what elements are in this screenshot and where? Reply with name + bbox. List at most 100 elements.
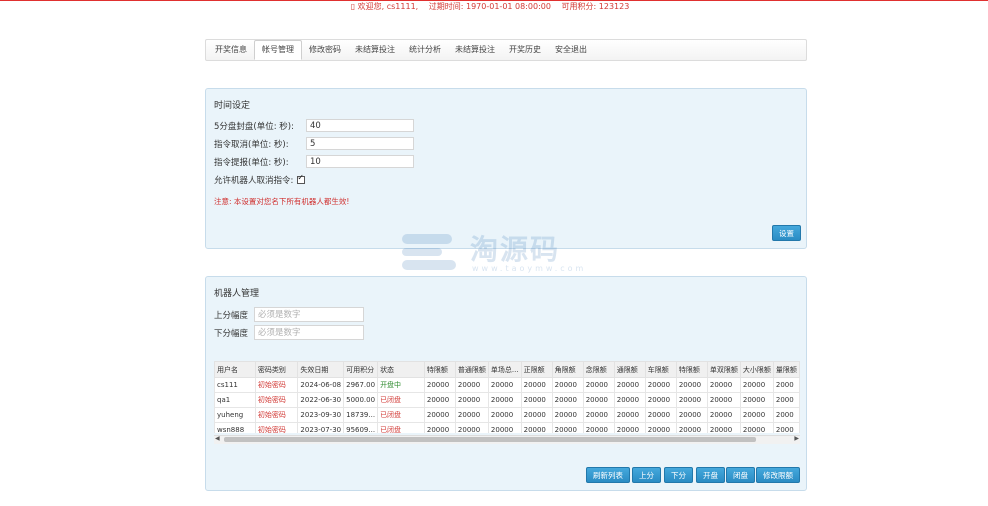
submit-time-input[interactable] — [306, 155, 414, 168]
table-cell: 20000 — [582, 392, 615, 408]
table-cell: 20000 — [675, 407, 708, 423]
set-button[interactable]: 设置 — [772, 225, 801, 241]
open-market-button[interactable]: 开盘 — [696, 467, 725, 483]
close-time-input[interactable] — [306, 119, 414, 132]
table-cell: 20000 — [487, 407, 522, 423]
table-cell: 20000 — [520, 392, 553, 408]
table-cell: 2024-06-08 — [297, 377, 345, 393]
table-horizontal-scrollbar[interactable]: ◀ ▶ — [214, 435, 800, 444]
watermark-subtext: www.taoymw.com — [472, 264, 587, 273]
table-cell: 5000.00 — [343, 392, 379, 408]
table-cell: 20000 — [423, 377, 456, 393]
top-accent-line — [0, 0, 988, 1]
robot-management-title: 机器人管理 — [214, 289, 260, 299]
table-cell: 2967.00 — [343, 377, 379, 393]
down-amount-input[interactable] — [254, 325, 364, 340]
table-cell: 2000 — [772, 422, 800, 433]
table-cell: 20000 — [423, 422, 456, 433]
allow-cancel-row: 允许机器人取消指令: — [214, 173, 306, 186]
table-cell: 20000 — [739, 392, 774, 408]
allow-cancel-checkbox[interactable] — [297, 173, 306, 184]
tab-unsettled-bets[interactable]: 未结算投注 — [348, 41, 402, 59]
table-cell: 20000 — [675, 422, 708, 433]
column-header: 车限额 — [644, 361, 677, 378]
table-cell: 20000 — [520, 422, 553, 433]
cancel-time-label: 指令取消(单位: 秒): — [214, 139, 289, 150]
table-cell: 20000 — [706, 377, 741, 393]
table-cell: 2022-06-30 — [297, 392, 345, 408]
table-cell: 20000 — [613, 392, 646, 408]
column-header: 量限额 — [772, 361, 800, 378]
table-cell: 20000 — [520, 407, 553, 423]
cancel-time-row: 指令取消(单位: 秒): — [214, 137, 414, 150]
table-cell: 18739... — [343, 407, 379, 423]
allow-cancel-label: 允许机器人取消指令: — [214, 176, 294, 186]
table-cell: 初始密码 — [254, 422, 299, 433]
main-nav: 开奖信息 帐号管理 修改密码 未结算投注 统计分析 未结算投注 开奖历史 安全退… — [205, 39, 807, 61]
modify-limit-button[interactable]: 修改限额 — [756, 467, 800, 483]
table-cell: 20000 — [551, 422, 584, 433]
table-cell: 已闭盘 — [377, 422, 425, 433]
table-cell: 20000 — [675, 392, 708, 408]
tab-lottery-info[interactable]: 开奖信息 — [208, 41, 254, 59]
close-time-label: 5分盘封盘(单位: 秒): — [214, 121, 294, 132]
points-label: 可用积分: — [561, 2, 597, 11]
table-row[interactable]: cs111 初始密码 2024-06-08 2967.00 开盘中 20000 20000 2… — [214, 377, 800, 393]
table-cell: 已闭盘 — [377, 407, 425, 423]
table-cell: 20000 — [613, 407, 646, 423]
table-cell: 2023-09-30 — [297, 407, 345, 423]
scroll-left-icon[interactable]: ◀ — [215, 435, 220, 442]
close-time-row: 5分盘封盘(单位: 秒): — [214, 119, 414, 132]
column-header: 通限额 — [613, 361, 646, 378]
time-settings-panel: 时间设定 5分盘封盘(单位: 秒): 指令取消(单位: 秒): 指令提报(单位:… — [205, 88, 807, 249]
expire-label: 过期时间: — [428, 2, 464, 11]
table-cell: 20000 — [454, 377, 489, 393]
table-cell: wsn888 — [214, 422, 256, 433]
up-amount-input[interactable] — [254, 307, 364, 322]
tab-statistics[interactable]: 统计分析 — [402, 41, 448, 59]
down-amount-label: 下分幅度 — [214, 328, 249, 339]
scroll-right-icon[interactable]: ▶ — [794, 435, 799, 442]
column-header: 状态 — [377, 361, 425, 378]
table-cell: 20000 — [644, 392, 677, 408]
column-header: 大小限额 — [739, 361, 774, 378]
add-points-button[interactable]: 上分 — [632, 467, 661, 483]
user-icon: ▯ — [350, 2, 358, 11]
table-row[interactable]: wsn888 初始密码 2023-07-30 95609... 已闭盘 20000 2000… — [214, 422, 800, 433]
tab-logout[interactable]: 安全退出 — [548, 41, 594, 59]
tab-account-management[interactable]: 帐号管理 — [254, 40, 302, 60]
table-cell: 20000 — [613, 422, 646, 433]
table-row[interactable]: qa1 初始密码 2022-06-30 5000.00 已闭盘 20000 20000 200… — [214, 392, 800, 408]
table-cell: 20000 — [487, 422, 522, 433]
table-cell: 20000 — [487, 392, 522, 408]
time-settings-title: 时间设定 — [214, 101, 251, 111]
table-cell: 20000 — [739, 422, 774, 433]
table-cell: 初始密码 — [254, 407, 299, 423]
tab-change-password[interactable]: 修改密码 — [302, 41, 348, 59]
table-cell: 初始密码 — [254, 392, 299, 408]
username: cs1111, — [386, 2, 419, 11]
column-header: 单双限额 — [706, 361, 741, 378]
table-cell: 20000 — [454, 422, 489, 433]
up-amount-row: 上分幅度 — [214, 307, 364, 322]
expire-value: 1970-01-01 08:00:00 — [466, 2, 551, 11]
robot-table-container: 用户名 密码类别 失效日期 可用积分 状态 特限额 普通限额 单场总... 正限额 角限额 念限额通… — [214, 361, 800, 433]
remove-points-button[interactable]: 下分 — [664, 467, 693, 483]
table-cell: 20000 — [706, 392, 741, 408]
tab-unsettled-bets-2[interactable]: 未结算投注 — [448, 41, 502, 59]
table-cell: 20000 — [582, 407, 615, 423]
table-cell: 20000 — [487, 377, 522, 393]
column-header: 特限额 — [423, 361, 456, 378]
cancel-time-input[interactable] — [306, 137, 414, 150]
table-cell: 20000 — [706, 407, 741, 423]
table-cell: 20000 — [551, 407, 584, 423]
table-row[interactable]: yuheng 初始密码 2023-09-30 18739... 已闭盘 20000 2000… — [214, 407, 800, 423]
scroll-thumb[interactable] — [224, 437, 756, 442]
table-cell: 2000 — [772, 407, 800, 423]
close-market-button[interactable]: 闭盘 — [726, 467, 755, 483]
table-cell: 20000 — [644, 377, 677, 393]
robot-table: 用户名 密码类别 失效日期 可用积分 状态 特限额 普通限额 单场总... 正限额 角限额 念限额通… — [214, 361, 800, 433]
refresh-list-button[interactable]: 刷新列表 — [586, 467, 630, 483]
tab-lottery-history[interactable]: 开奖历史 — [502, 41, 548, 59]
column-header: 可用积分 — [343, 361, 379, 378]
